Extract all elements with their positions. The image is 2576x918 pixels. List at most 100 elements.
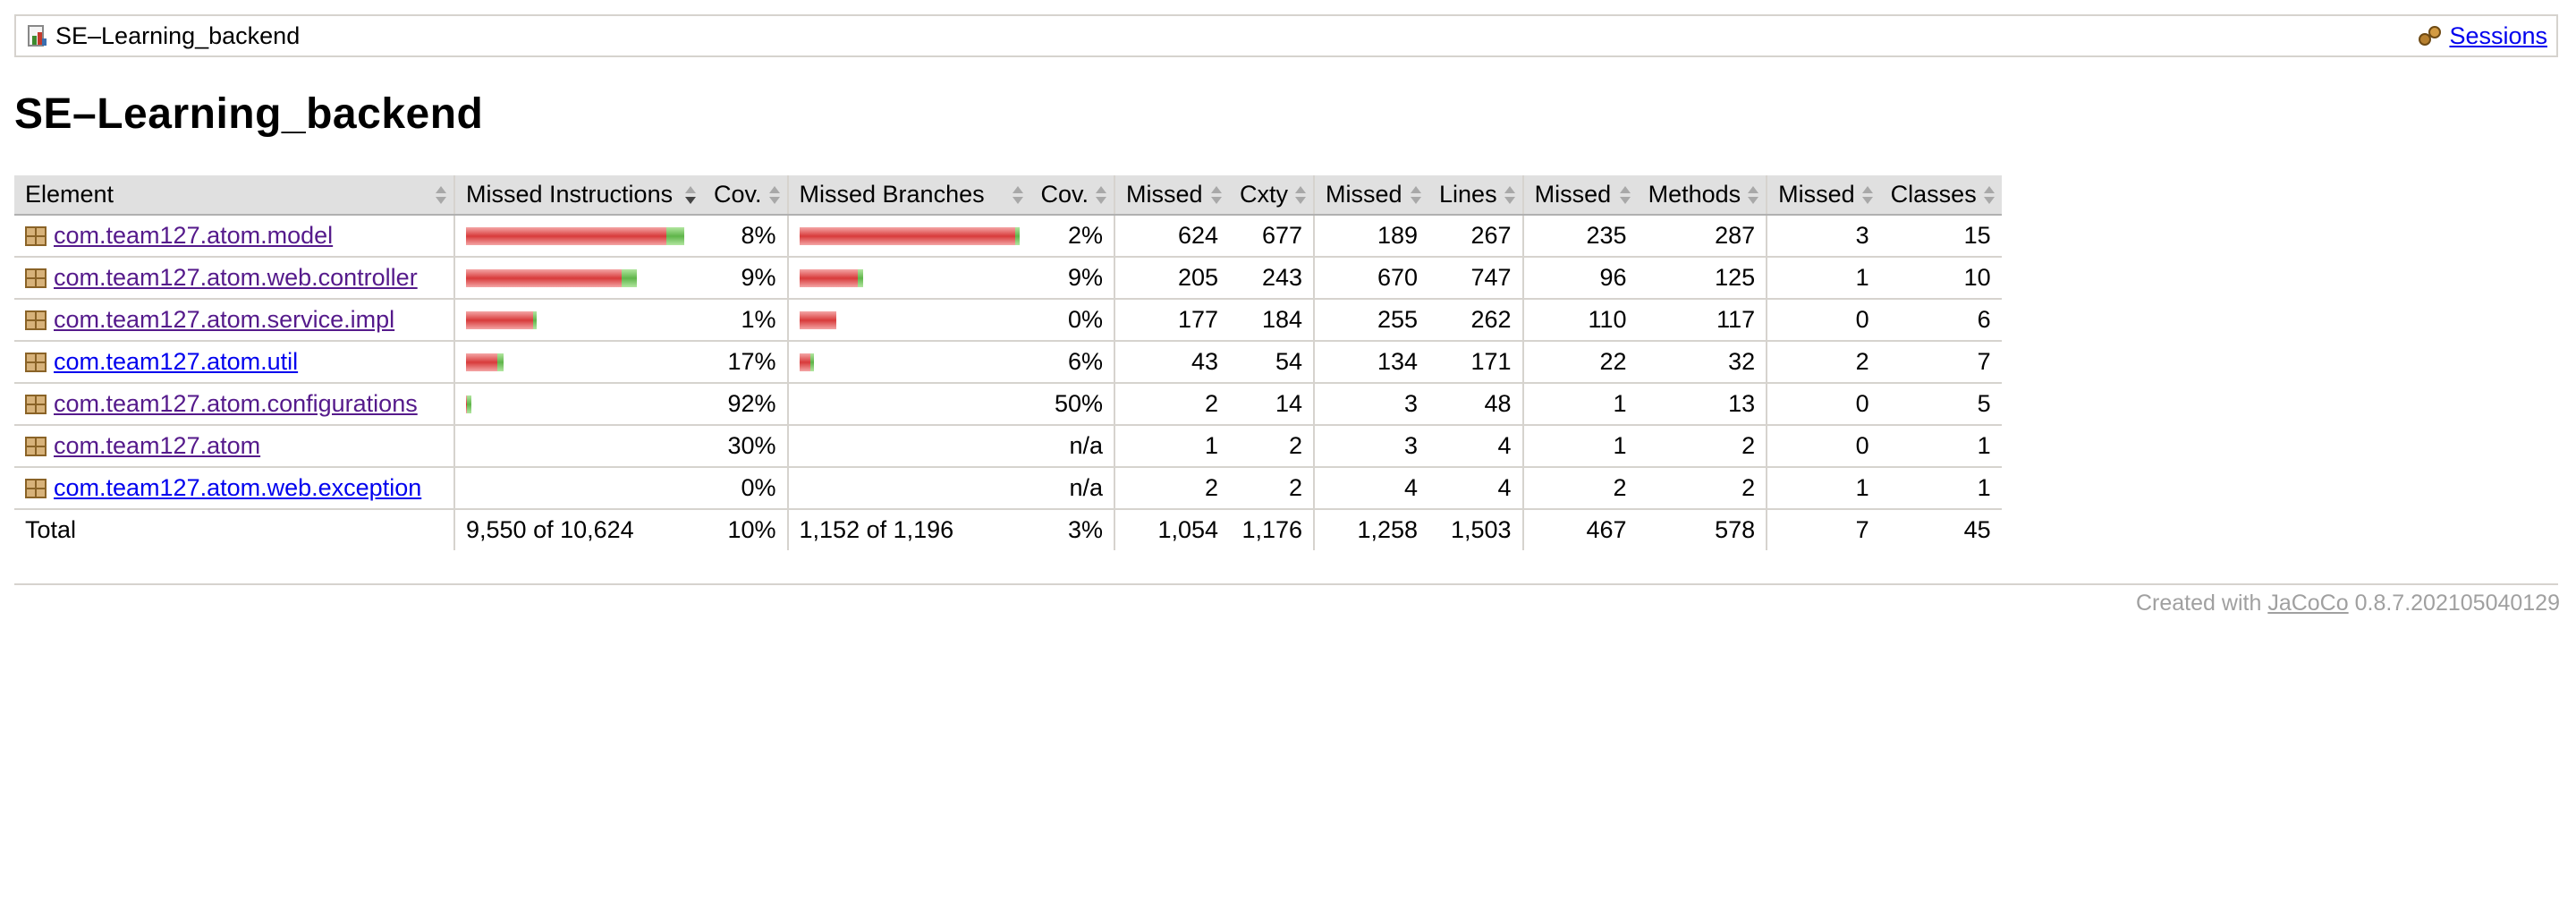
missed-lines: 134 <box>1313 341 1429 384</box>
coverage-bar <box>799 226 1020 245</box>
package-icon <box>25 268 47 288</box>
missed-lines: 255 <box>1313 299 1429 342</box>
covered-bar-segment <box>467 395 471 413</box>
total-cxty: 1,176 <box>1229 509 1315 550</box>
classes: 6 <box>1879 299 2002 342</box>
covered-bar-segment <box>497 353 504 371</box>
missed-lines: 3 <box>1313 383 1429 426</box>
header-missed-classes[interactable]: Missed <box>1766 175 1880 216</box>
package-link[interactable]: com.team127.atom.configurations <box>54 390 418 418</box>
coverage-bar <box>466 395 692 413</box>
header-missed-methods[interactable]: Missed <box>1521 175 1638 216</box>
methods: 13 <box>1637 383 1767 426</box>
header-instructions-cov[interactable]: Cov. <box>703 175 788 216</box>
missed-classes: 1 <box>1766 467 1880 510</box>
instructions-cov: 8% <box>703 215 788 258</box>
sort-icon <box>1861 186 1873 204</box>
cxty: 677 <box>1229 215 1315 258</box>
header-missed-cxty[interactable]: Missed <box>1114 175 1230 216</box>
instructions-cov: 92% <box>703 383 788 426</box>
missed-cxty: 205 <box>1114 257 1230 300</box>
total-missed-cxty: 1,054 <box>1114 509 1230 550</box>
sort-icon <box>1096 186 1107 204</box>
missed-instructions-bar-cell <box>453 299 703 342</box>
breadcrumb: SE–Learning_backend Sessions <box>14 14 2558 57</box>
header-missed-lines[interactable]: Missed <box>1313 175 1429 216</box>
header-methods[interactable]: Methods <box>1637 175 1767 216</box>
missed-bar-segment <box>799 268 858 287</box>
coverage-bar <box>799 310 1020 329</box>
missed-branches-bar-cell <box>786 299 1030 342</box>
header-element[interactable]: Element <box>14 175 454 216</box>
table-row: com.team127.atom.service.impl 1% 0% 177 184 2… <box>14 299 2002 342</box>
lines: 262 <box>1428 299 1523 342</box>
methods: 2 <box>1637 425 1767 468</box>
missed-instructions-bar-cell <box>453 257 703 300</box>
header-cxty[interactable]: Cxty <box>1229 175 1315 216</box>
footer-divider <box>14 583 2558 585</box>
table-header-row: Element Missed Instructions Cov. Missed … <box>14 175 2002 216</box>
total-label: Total <box>14 509 454 550</box>
missed-bar-segment <box>466 353 497 371</box>
instructions-cov: 1% <box>703 299 788 342</box>
lines: 4 <box>1428 467 1523 510</box>
cxty: 184 <box>1229 299 1315 342</box>
methods: 32 <box>1637 341 1767 384</box>
classes: 1 <box>1879 425 2002 468</box>
header-classes[interactable]: Classes <box>1879 175 2002 216</box>
package-link[interactable]: com.team127.atom.model <box>54 222 333 250</box>
package-link[interactable]: com.team127.atom.web.exception <box>54 474 421 502</box>
header-branches-cov[interactable]: Cov. <box>1030 175 1115 216</box>
coverage-bar <box>800 438 1020 455</box>
coverage-bar <box>466 310 692 329</box>
sort-icon <box>1504 186 1515 204</box>
package-item: com.team127.atom.web.controller <box>25 264 443 292</box>
package-link[interactable]: com.team127.atom.web.controller <box>54 264 418 292</box>
missed-classes: 1 <box>1766 257 1880 300</box>
jacoco-link[interactable]: JaCoCo <box>2267 591 2348 616</box>
report-icon <box>25 23 48 48</box>
methods: 117 <box>1637 299 1767 342</box>
total-missed-lines: 1,258 <box>1313 509 1429 550</box>
missed-methods: 96 <box>1521 257 1638 300</box>
total-methods: 578 <box>1637 509 1767 550</box>
methods: 287 <box>1637 215 1767 258</box>
table-row: com.team127.atom.configurations 92% 50% 2 14… <box>14 383 2002 426</box>
missed-cxty: 2 <box>1114 383 1230 426</box>
missed-methods: 1 <box>1521 425 1638 468</box>
missed-instructions-bar-cell <box>453 383 703 426</box>
cxty: 2 <box>1229 467 1315 510</box>
package-item: com.team127.atom.configurations <box>25 390 443 418</box>
header-lines[interactable]: Lines <box>1428 175 1523 216</box>
package-link[interactable]: com.team127.atom <box>54 432 260 460</box>
package-icon <box>25 225 47 246</box>
covered-bar-segment <box>809 353 814 371</box>
footer: Created with JaCoCo 0.8.7.202105040129 <box>2136 591 2560 616</box>
missed-methods: 2 <box>1521 467 1638 510</box>
package-link[interactable]: com.team127.atom.service.impl <box>54 306 394 334</box>
sessions-link[interactable]: Sessions <box>2449 22 2547 50</box>
branches-cov: n/a <box>1030 425 1115 468</box>
session-icon <box>2417 24 2444 47</box>
classes: 10 <box>1879 257 2002 300</box>
sort-icon <box>768 186 780 204</box>
missed-cxty: 2 <box>1114 467 1230 510</box>
lines: 48 <box>1428 383 1523 426</box>
header-missed-branches[interactable]: Missed Branches <box>786 175 1030 216</box>
total-missed-instructions: 9,550 of 10,624 <box>453 509 703 550</box>
total-missed-methods: 467 <box>1521 509 1638 550</box>
sessions-link-group[interactable]: Sessions <box>2417 22 2547 50</box>
coverage-bar <box>799 268 1020 287</box>
package-item: com.team127.atom <box>25 432 443 460</box>
missed-classes: 2 <box>1766 341 1880 384</box>
total-missed-classes: 7 <box>1766 509 1880 550</box>
branches-cov: 50% <box>1030 383 1115 426</box>
coverage-bar <box>800 480 1020 497</box>
header-missed-instructions[interactable]: Missed Instructions <box>453 175 703 216</box>
total-classes: 45 <box>1879 509 2002 550</box>
package-link[interactable]: com.team127.atom.util <box>54 348 298 376</box>
coverage-bar <box>799 353 1020 371</box>
missed-bar-segment <box>466 226 666 245</box>
package-item: com.team127.atom.util <box>25 348 443 376</box>
package-cell: com.team127.atom <box>14 425 454 468</box>
